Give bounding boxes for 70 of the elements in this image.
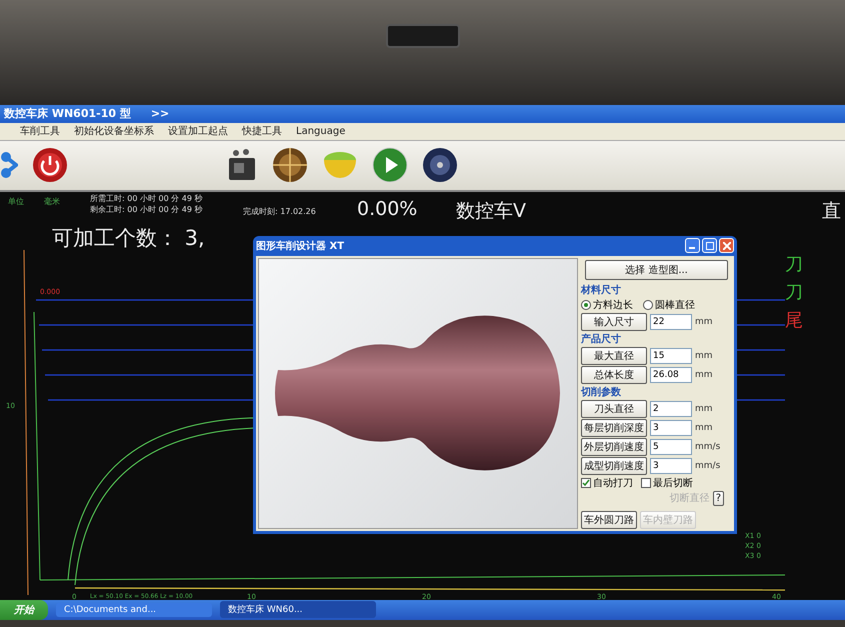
- machine-icon[interactable]: [226, 148, 258, 182]
- input-field[interactable]: 3: [650, 420, 692, 436]
- input-field[interactable]: 3: [650, 458, 692, 474]
- checkbox[interactable]: [641, 478, 651, 488]
- select-shape-button[interactable]: 选择 造型图...: [585, 260, 728, 280]
- unit-label: mm: [695, 370, 713, 380]
- radio-option[interactable]: 方料边长: [581, 298, 633, 312]
- radio-label: 方料边长: [593, 298, 633, 312]
- unit-label: 单位: [8, 196, 24, 207]
- input-field[interactable]: 5: [650, 438, 692, 455]
- side-label: 刀: [785, 280, 804, 304]
- section-heading: 切削参数: [581, 386, 622, 399]
- close-button[interactable]: [719, 238, 734, 254]
- taskbar-button[interactable]: C:\Documents and...: [56, 602, 212, 617]
- parameter-button[interactable]: 外层切削速度: [581, 438, 647, 456]
- taskbar-button[interactable]: 数控车床 WN60...: [220, 601, 376, 618]
- radio-label: 圆棒直径: [655, 298, 695, 312]
- unit-label: mm/s: [695, 460, 720, 471]
- close-icon: [722, 242, 730, 250]
- workpiece-count: 可加工个数： 3,: [52, 224, 205, 252]
- input-field[interactable]: 2: [650, 400, 692, 417]
- parameter-button[interactable]: 输入尺寸: [581, 312, 647, 331]
- cutoff-label: 切断直径: [670, 492, 710, 506]
- checkbox-label: 自动打刀: [593, 476, 633, 490]
- parameter-button[interactable]: 每层切削深度: [581, 418, 647, 437]
- unit-label: mm/s: [695, 442, 720, 452]
- time-remaining: 剩余工时: 00 小时 00 分 49 秒: [90, 204, 202, 215]
- window-title: 数控车床 WN601-10 型: [4, 106, 131, 122]
- parameter-button[interactable]: 最大直径: [581, 346, 647, 365]
- parameter-button[interactable]: 刀头直径: [581, 400, 647, 418]
- menu-item[interactable]: 车削工具: [20, 124, 60, 138]
- section-heading: 产品尺寸: [581, 332, 622, 346]
- input-field[interactable]: 15: [650, 348, 692, 364]
- menu-item[interactable]: Language: [296, 126, 346, 137]
- parameter-button[interactable]: 成型切削速度: [581, 456, 647, 475]
- radio-option[interactable]: 圆棒直径: [643, 298, 695, 312]
- input-field[interactable]: 26.08: [650, 366, 692, 383]
- checkbox[interactable]: [581, 478, 591, 488]
- unit-label: mm: [695, 316, 713, 327]
- dial-icon[interactable]: [422, 147, 458, 184]
- radio-button[interactable]: [643, 300, 653, 310]
- unit-label: mm: [695, 404, 713, 414]
- unit-label: mm: [695, 422, 713, 433]
- time-required: 所需工时: 00 小时 00 分 49 秒: [90, 192, 202, 204]
- play-icon[interactable]: [372, 147, 408, 184]
- unit-value: 毫米: [44, 196, 60, 207]
- unit-label: mm: [695, 350, 713, 361]
- side-label: 刀: [785, 252, 804, 276]
- menu-item[interactable]: 设置加工起点: [168, 124, 228, 138]
- expand-arrows[interactable]: >>: [150, 107, 170, 120]
- parameter-button[interactable]: 总体长度: [581, 366, 647, 384]
- input-field[interactable]: 22: [650, 314, 692, 330]
- finish-time: 完成时刻: 17.02.26: [243, 206, 316, 217]
- minimize-button[interactable]: [685, 238, 700, 254]
- progress-percent: 0.00%: [357, 198, 418, 220]
- radio-button[interactable]: [581, 300, 591, 310]
- cut-text: 直: [822, 198, 841, 224]
- maximize-icon: [706, 242, 714, 250]
- power-icon[interactable]: [32, 147, 68, 184]
- maximize-button[interactable]: [702, 238, 717, 254]
- section-heading: 材料尺寸: [581, 284, 622, 297]
- product-name: 数控车V: [456, 198, 526, 224]
- menu-item[interactable]: 快捷工具: [242, 124, 282, 138]
- menu-item[interactable]: 初始化设备坐标系: [74, 124, 154, 138]
- side-label: 尾: [785, 308, 804, 332]
- crosshair-icon[interactable]: [272, 147, 308, 184]
- help-button[interactable]: ?: [712, 490, 724, 506]
- toolpath-button[interactable]: 车外圆刀路: [581, 510, 637, 529]
- dialog-title: 图形车削设计器 XT: [256, 239, 344, 253]
- checkbox-label: 最后切断: [653, 476, 693, 490]
